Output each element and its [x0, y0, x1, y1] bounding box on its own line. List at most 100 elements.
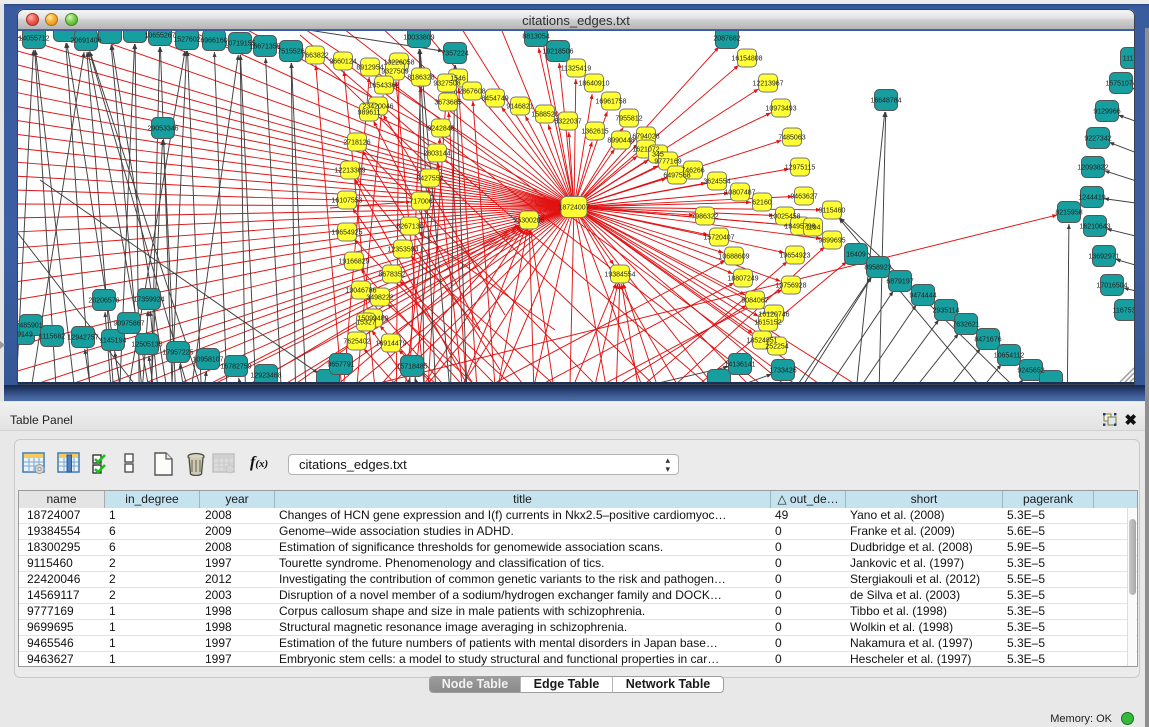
svg-text:7485063: 7485063 — [778, 135, 805, 142]
svg-text:6794028: 6794028 — [632, 134, 659, 141]
svg-text:345: 345 — [652, 152, 664, 159]
svg-text:1588520: 1588520 — [531, 112, 558, 119]
svg-text:7986322: 7986322 — [691, 214, 718, 221]
svg-text:9463627: 9463627 — [790, 194, 817, 201]
svg-text:1527602: 1527602 — [173, 37, 200, 44]
svg-text:989611: 989611 — [358, 110, 381, 117]
svg-text:8471676: 8471676 — [974, 337, 1001, 344]
svg-text:2867608: 2867608 — [458, 89, 485, 96]
svg-text:5322037: 5322037 — [554, 119, 581, 126]
svg-text:16107553: 16107553 — [331, 198, 362, 205]
svg-text:16648784: 16648784 — [870, 98, 901, 105]
svg-text:9084067: 9084067 — [741, 298, 768, 305]
svg-text:19654925: 19654925 — [331, 230, 362, 237]
svg-text:6879197: 6879197 — [886, 279, 913, 286]
svg-text:16120746: 16120746 — [758, 312, 789, 319]
svg-text:16782759: 16782759 — [220, 364, 251, 371]
svg-text:10033809: 10033809 — [403, 35, 434, 42]
svg-text:20691406: 20691406 — [70, 38, 101, 45]
svg-text:19046786: 19046786 — [345, 288, 376, 295]
svg-text:10688609: 10688609 — [718, 254, 749, 261]
svg-text:7632621: 7632621 — [952, 322, 979, 329]
svg-text:15327: 15327 — [356, 320, 376, 327]
svg-text:10655267: 10655267 — [144, 33, 175, 40]
svg-text:9245652: 9245652 — [1017, 368, 1044, 375]
svg-text:1145194: 1145194 — [100, 338, 127, 345]
svg-text:18807249: 18807249 — [727, 276, 758, 283]
svg-text:14055712: 14055712 — [18, 36, 49, 43]
svg-text:13692971: 13692971 — [1088, 254, 1119, 261]
svg-text:10973493: 10973493 — [765, 106, 796, 113]
svg-text:1733426: 1733426 — [769, 368, 796, 375]
svg-text:8678352: 8678352 — [378, 272, 405, 279]
svg-text:9227342: 9227342 — [1084, 136, 1111, 143]
svg-text:3673685: 3673685 — [434, 100, 461, 107]
svg-text:1615152: 1615152 — [754, 320, 781, 327]
svg-text:7663822: 7663822 — [301, 53, 328, 60]
svg-text:7357224: 7357224 — [441, 51, 468, 58]
svg-text:10654112: 10654112 — [994, 353, 1025, 360]
svg-text:13226058: 13226058 — [383, 60, 414, 67]
svg-text:8958923: 8958923 — [864, 265, 891, 272]
svg-text:17359924: 17359924 — [133, 297, 164, 304]
svg-text:15718485: 15718485 — [396, 364, 427, 371]
svg-text:16210643: 16210643 — [1079, 224, 1110, 231]
svg-text:717006: 717006 — [409, 199, 432, 206]
svg-text:12942757: 12942757 — [67, 335, 98, 342]
svg-text:10756928: 10756928 — [775, 283, 806, 290]
svg-text:8186328: 8186328 — [407, 75, 434, 82]
svg-text:19166829: 19166829 — [338, 259, 369, 266]
svg-text:16914479: 16914479 — [375, 341, 406, 348]
svg-text:8267130: 8267130 — [396, 224, 423, 231]
svg-text:7625402: 7625402 — [343, 339, 370, 346]
svg-text:10807487: 10807487 — [724, 190, 755, 197]
svg-text:12923468: 12923468 — [250, 373, 281, 380]
svg-text:9777169: 9777169 — [654, 159, 681, 166]
svg-text:16543362: 16543362 — [368, 83, 399, 90]
svg-text:1115682: 1115682 — [39, 334, 65, 341]
svg-text:3624554: 3624554 — [703, 179, 730, 186]
svg-text:12975115: 12975115 — [785, 165, 816, 172]
svg-text:9327509: 9327509 — [381, 69, 408, 76]
svg-text:2935114: 2935114 — [933, 308, 960, 315]
svg-text:8990448: 8990448 — [607, 138, 634, 145]
svg-text:2718126: 2718126 — [343, 140, 370, 147]
svg-text:29053346: 29053346 — [147, 126, 178, 133]
svg-text:15720407: 15720407 — [703, 235, 734, 242]
svg-text:1167533: 1167533 — [1113, 308, 1134, 315]
svg-text:9242848: 9242848 — [427, 126, 454, 133]
svg-text:16671355: 16671355 — [249, 44, 280, 51]
svg-text:12213967: 12213967 — [752, 81, 783, 88]
svg-text:9115460: 9115460 — [819, 208, 846, 215]
svg-text:12213369: 12213369 — [334, 168, 365, 175]
svg-text:18640910: 18640910 — [578, 81, 609, 88]
svg-text:39149: 39149 — [18, 332, 33, 339]
svg-text:7955812: 7955812 — [615, 116, 642, 123]
svg-text:62160: 62160 — [752, 200, 772, 207]
svg-text:11174: 11174 — [1123, 56, 1134, 63]
svg-text:9474444: 9474444 — [909, 293, 936, 300]
svg-text:8813054: 8813054 — [522, 34, 549, 41]
svg-text:16409: 16409 — [846, 252, 866, 259]
svg-text:16961758: 16961758 — [595, 99, 626, 106]
svg-text:9660124: 9660124 — [329, 59, 356, 66]
svg-text:8454749: 8454749 — [481, 96, 508, 103]
svg-text:90975867: 90975867 — [113, 321, 144, 328]
svg-text:3498222: 3498222 — [366, 295, 393, 302]
svg-text:12093822: 12093822 — [1077, 165, 1108, 172]
svg-text:18724007: 18724007 — [558, 205, 589, 212]
svg-text:12353594: 12353594 — [387, 247, 418, 254]
svg-text:9657791: 9657791 — [327, 362, 354, 369]
svg-text:11325419: 11325419 — [561, 66, 592, 73]
svg-text:1362615: 1362615 — [581, 129, 608, 136]
svg-text:9146821: 9146821 — [506, 104, 533, 111]
svg-text:16154808: 16154808 — [731, 56, 762, 63]
svg-text:10958107: 10958107 — [192, 357, 223, 364]
svg-text:485901: 485901 — [19, 323, 42, 330]
svg-text:25300205: 25300205 — [513, 218, 544, 225]
svg-text:8215958: 8215958 — [1055, 210, 1082, 217]
svg-text:1244419: 1244419 — [1078, 195, 1105, 202]
svg-text:9327508: 9327508 — [433, 81, 460, 88]
svg-text:17016504: 17016504 — [1096, 283, 1127, 290]
svg-text:252254: 252254 — [765, 344, 788, 351]
